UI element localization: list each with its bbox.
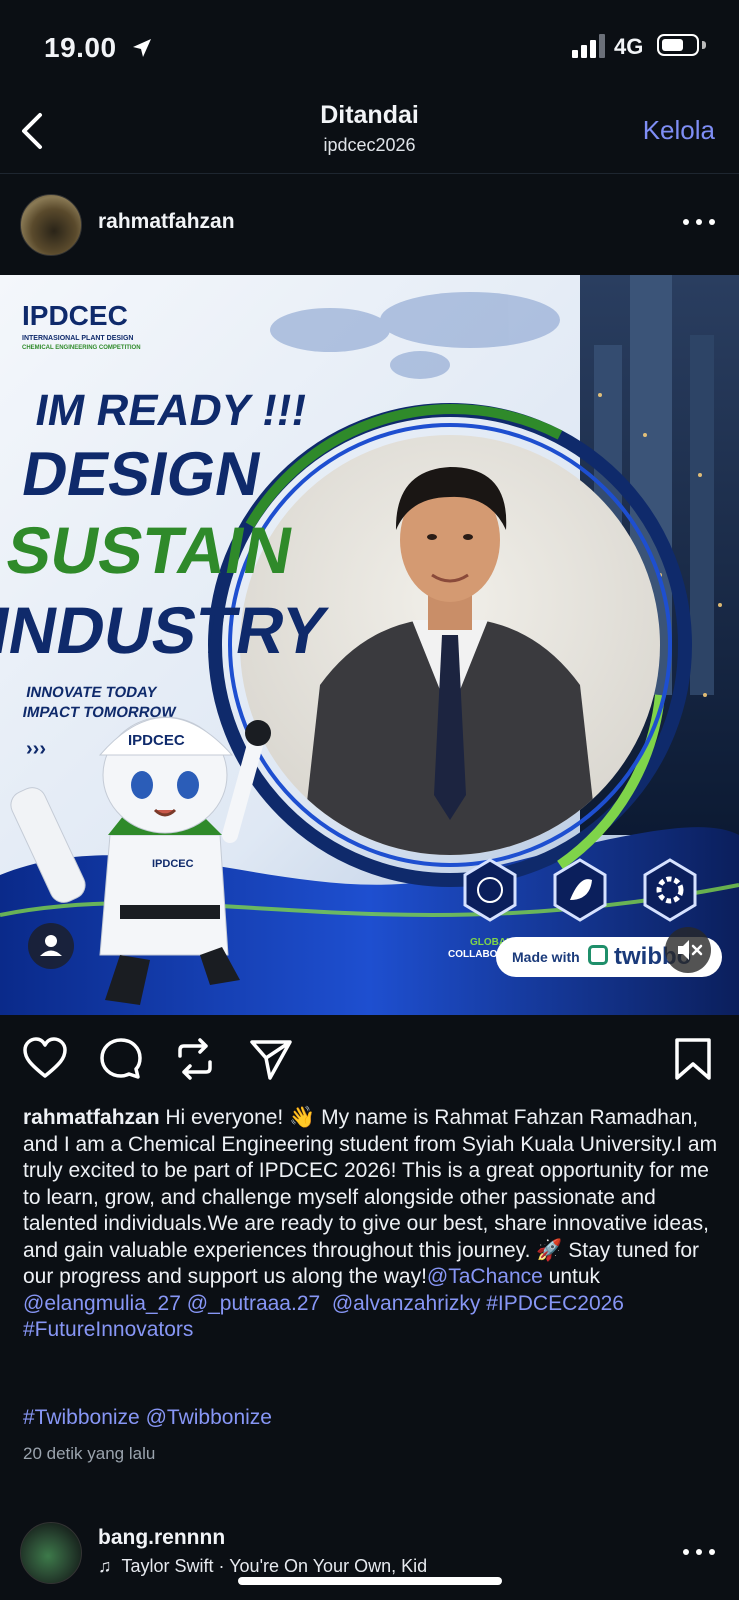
music-note-icon: ♫	[98, 1556, 112, 1576]
next-post-header: bang.rennnn ♫ Taylor Swift · You're On Yo…	[0, 1512, 739, 1600]
location-arrow-icon	[132, 39, 151, 57]
post-timestamp: 20 detik yang lalu	[23, 1444, 156, 1463]
avatar[interactable]	[20, 194, 82, 256]
tag-people-icon[interactable]	[28, 923, 74, 969]
mention-twibbonize[interactable]: @Twibbonize	[146, 1406, 272, 1429]
page-subtitle: ipdcec2026	[323, 135, 416, 155]
mention-putraaa[interactable]: @_putraaa.27	[187, 1292, 320, 1315]
post-actions	[0, 1030, 739, 1090]
logo-sub2: CHEMICAL ENGINEERING COMPETITION	[22, 345, 141, 351]
twibbonize-logo-icon	[588, 945, 608, 965]
status-bar: 19.00 4G	[0, 0, 739, 95]
caption-connector: untuk	[542, 1265, 601, 1288]
post-username[interactable]: rahmatfahzan	[98, 210, 235, 234]
mention-alvanzahrizky[interactable]: @alvanzahrizky	[332, 1292, 481, 1315]
battery-tip	[702, 41, 706, 49]
person-icon	[40, 935, 62, 956]
manage-button[interactable]: Kelola	[643, 115, 715, 146]
icon-label-1b: COLLABO	[448, 949, 498, 960]
mention-elangmulia[interactable]: @elangmulia_27	[23, 1292, 181, 1315]
page-title: Ditandai	[320, 101, 419, 129]
heart-icon[interactable]	[22, 1036, 68, 1082]
chevrons-icon: ›››	[26, 738, 46, 760]
mascot-chest: IPDCEC	[152, 858, 194, 870]
repost-icon[interactable]	[172, 1036, 218, 1082]
music-track: Taylor Swift · You're On Your Own, Kid	[121, 1556, 428, 1576]
post-image[interactable]: IPDCEC INTERNASIONAL PLANT DESIGN CHEMIC…	[0, 275, 739, 1015]
mascot-badge: IPDCEC	[128, 732, 185, 749]
logo-text: IPDCEC	[22, 300, 128, 331]
headline-line1: IM READY !!!	[32, 386, 311, 435]
headline-line4: INDUSTRY	[0, 594, 333, 667]
share-icon[interactable]	[248, 1036, 294, 1082]
music-info[interactable]: ♫ Taylor Swift · You're On Your Own, Kid	[98, 1556, 427, 1577]
nav-bar: Ditandai ipdcec2026 Kelola	[0, 95, 739, 174]
avatar[interactable]	[20, 1522, 82, 1584]
caption-footer-tags: #Twibbonize @Twibbonize	[23, 1405, 272, 1431]
headline-line3: SUSTAIN	[1, 514, 299, 587]
comment-icon[interactable]	[98, 1036, 144, 1082]
mute-button[interactable]	[665, 927, 711, 973]
next-post-username[interactable]: bang.rennnn	[98, 1526, 225, 1550]
network-type: 4G	[614, 34, 644, 59]
bookmark-icon[interactable]	[670, 1036, 716, 1082]
hashtag-twibbonize[interactable]: #Twibbonize	[23, 1406, 140, 1429]
made-with-label: Made with	[512, 949, 580, 965]
battery-icon	[657, 34, 699, 56]
caption-username[interactable]: rahmatfahzan	[23, 1106, 160, 1129]
more-options-icon[interactable]	[683, 210, 715, 234]
status-time: 19.00	[44, 32, 153, 64]
caption-text: Hi everyone! 👋 My name is Rahmat Fahzan …	[23, 1106, 718, 1288]
mention-tachance[interactable]: @TaChance	[427, 1265, 543, 1288]
signal-icon	[572, 34, 605, 58]
post-header: rahmatfahzan	[0, 180, 739, 270]
logo-sub1: INTERNASIONAL PLANT DESIGN	[22, 335, 134, 342]
more-options-icon[interactable]	[683, 1540, 715, 1564]
hashtag-ipdcec2026[interactable]: #IPDCEC2026	[486, 1292, 624, 1315]
home-indicator[interactable]	[238, 1577, 502, 1585]
post-caption: rahmatfahzan Hi everyone! 👋 My name is R…	[23, 1105, 723, 1344]
hashtag-futureinnovators[interactable]: #FutureInnovators	[23, 1318, 193, 1341]
speaker-muted-icon	[678, 940, 703, 960]
status-time-text: 19.00	[44, 32, 117, 63]
headline-line2: DESIGN	[17, 439, 267, 508]
twibbon-graphic: IPDCEC INTERNASIONAL PLANT DESIGN CHEMIC…	[0, 275, 739, 1015]
tagline1: INNOVATE TODAY	[25, 684, 158, 701]
